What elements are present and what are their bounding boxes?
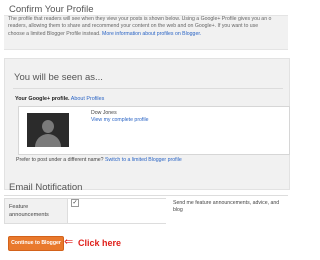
google-plus-profile-label: Your Google+ profile. About Profiles — [15, 96, 104, 102]
divider — [13, 88, 283, 89]
feature-announcements-checkbox[interactable]: ✓ — [71, 199, 79, 207]
prefer-different-name: Prefer to post under a different name? S… — [16, 157, 182, 163]
profile-description: The profile that readers will see when t… — [8, 16, 288, 38]
seen-as-title: You will be seen as... — [14, 72, 103, 83]
more-info-profiles-link[interactable]: More information about profiles on Blogg… — [102, 31, 201, 37]
profile-name: Dow Jones — [91, 110, 117, 116]
send-announcements-text: Send me feature announcements, advice, a… — [173, 200, 283, 214]
description-line-3-text: choose a limited Blogger Profile instead… — [8, 30, 103, 37]
switch-limited-profile-link[interactable]: Switch to a limited Blogger profile — [105, 157, 182, 163]
feature-label-line-1: Feature — [9, 204, 29, 210]
send-text-line-2: blog — [173, 207, 183, 214]
avatar-body-shape — [35, 134, 61, 147]
google-plus-label-text: Your Google+ profile. — [15, 96, 70, 102]
feature-label-line-2: announcements — [9, 211, 49, 218]
description-line-3: choose a limited Blogger Profile instead… — [8, 31, 288, 38]
avatar-head-shape — [42, 120, 54, 133]
feature-announcements-label: Feature announcements — [9, 204, 49, 219]
left-arrow-icon: ⇐ — [64, 236, 74, 248]
avatar — [27, 113, 69, 147]
email-notification-title: Email Notification — [9, 182, 83, 193]
prefer-text: Prefer to post under a different name? — [16, 157, 104, 163]
send-text-line-1: Send me feature announcements, advice, a… — [173, 200, 280, 206]
divider — [4, 195, 288, 196]
confirm-profile-title: Confirm Your Profile — [9, 4, 94, 15]
about-profiles-link[interactable]: About Profiles — [71, 96, 105, 102]
click-here-annotation: Click here — [78, 238, 122, 248]
description-line-2: readers, allowing them to share and reco… — [8, 23, 259, 30]
checkbox-cell — [66, 198, 166, 224]
view-complete-profile-link[interactable]: View my complete profile — [91, 117, 149, 123]
description-line-1: The profile that readers will see when t… — [8, 16, 272, 22]
continue-to-blogger-button[interactable]: Continue to Blogger — [8, 236, 64, 251]
